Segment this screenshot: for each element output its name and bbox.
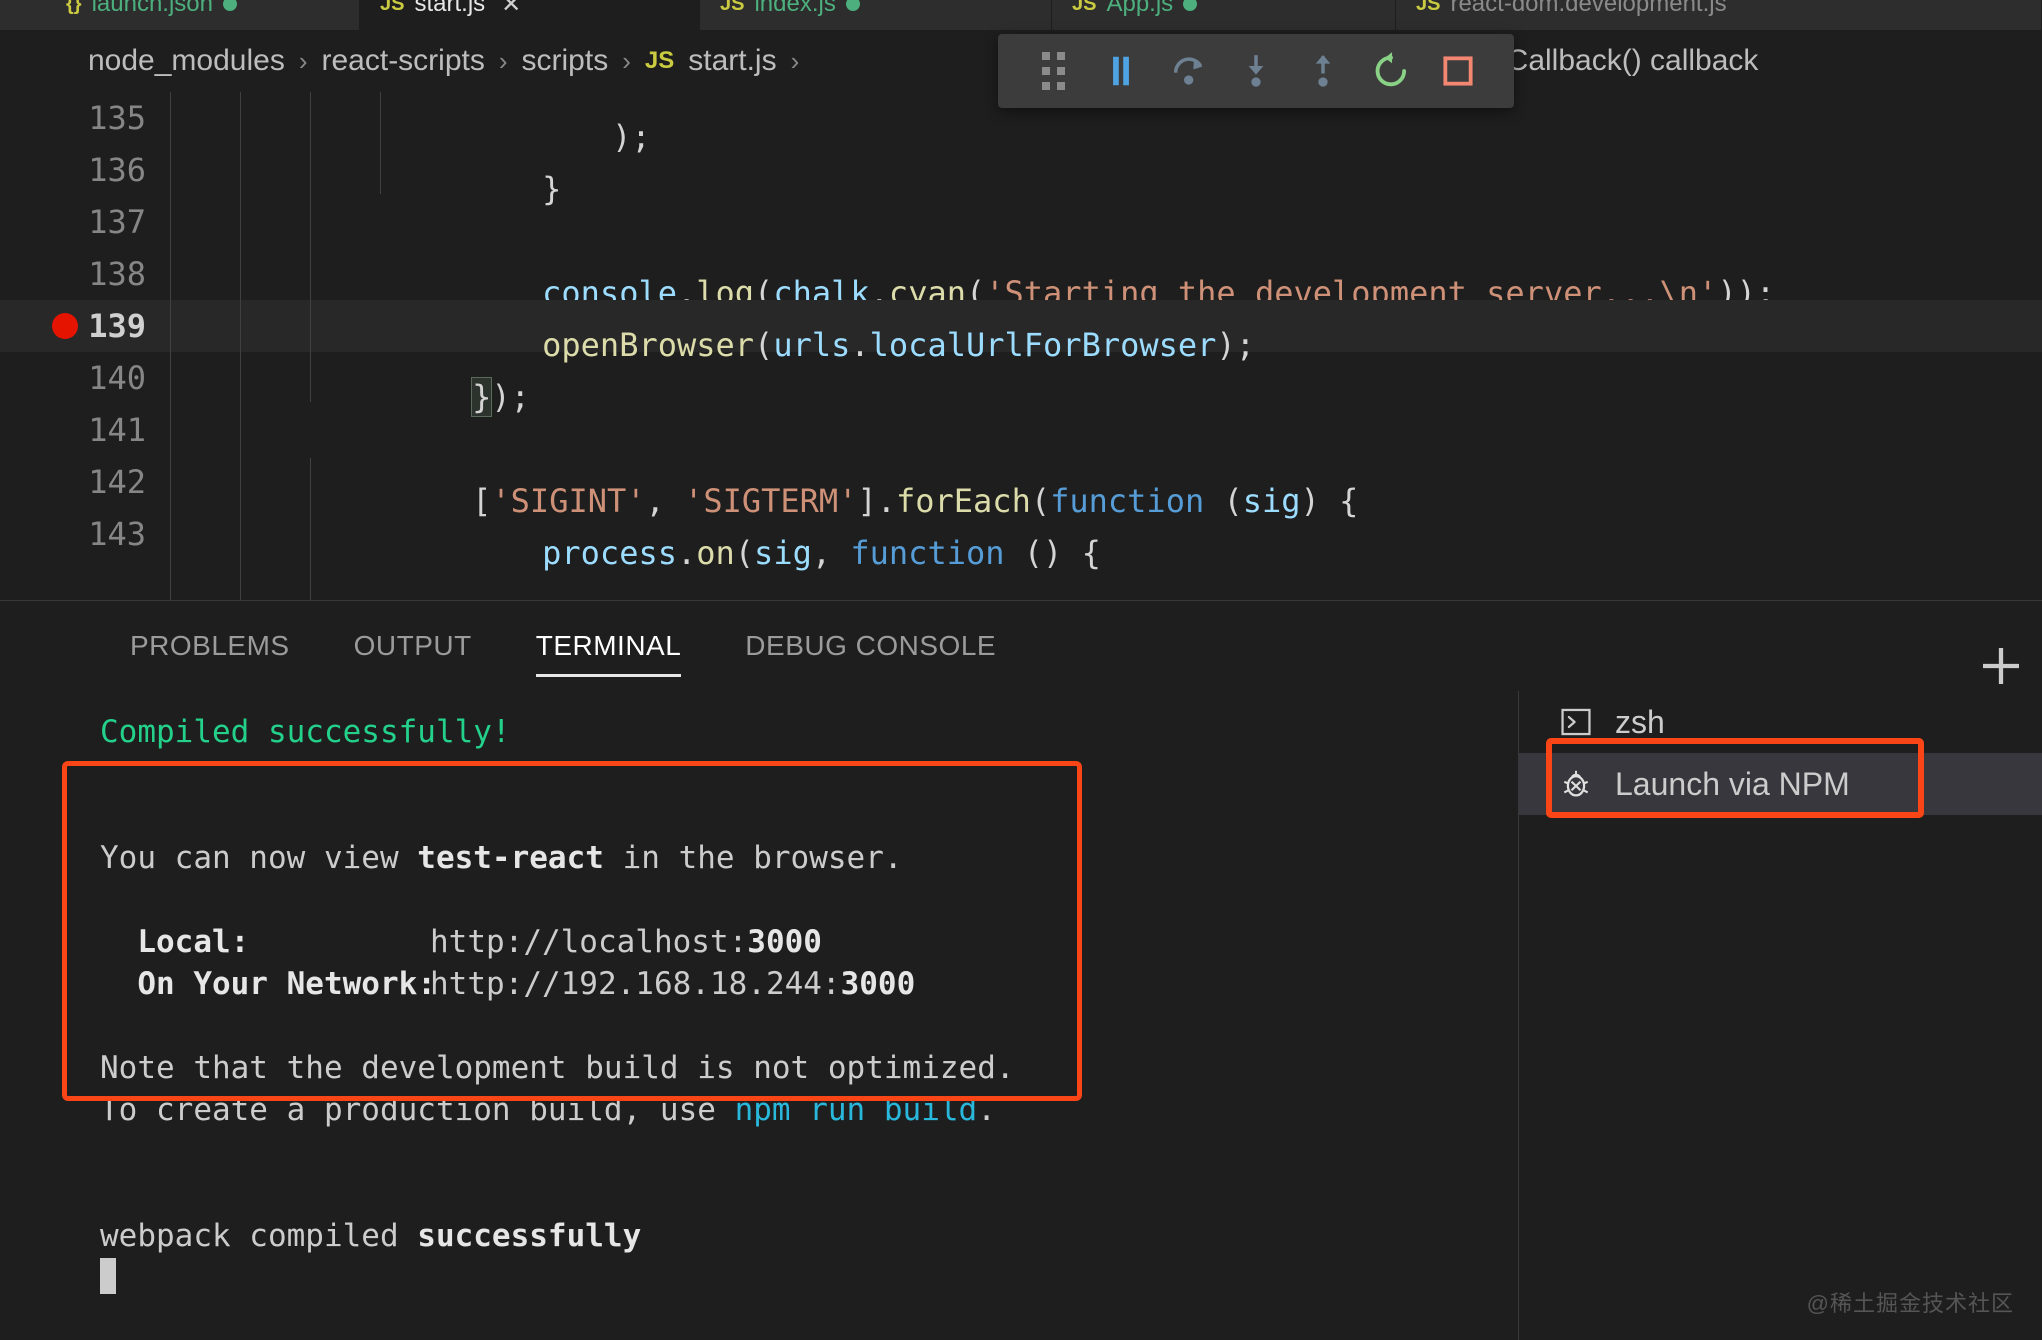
text: webpack compiled <box>100 1218 417 1254</box>
tab-label: TERMINAL <box>536 630 682 662</box>
step-out-icon <box>1303 51 1343 91</box>
step-into-button[interactable] <box>1222 34 1289 108</box>
stop-button[interactable] <box>1425 34 1492 108</box>
terminal-list-label: Launch via NPM <box>1615 766 1850 803</box>
debug-toolbar[interactable] <box>998 34 1514 108</box>
tab-app-js[interactable]: JS App.js <box>1052 0 1396 30</box>
chevron-right-icon: › <box>791 46 800 77</box>
terminal-cursor <box>100 1258 116 1294</box>
breadcrumb-item-node-modules[interactable]: node_modules <box>88 44 285 78</box>
panel-body: Compiled successfully! You can now view … <box>0 691 2042 1340</box>
modified-dot-icon <box>223 0 237 11</box>
text: You can now view <box>100 840 417 876</box>
tab-index-js[interactable]: JS index.js <box>700 0 1052 30</box>
step-over-button[interactable] <box>1155 34 1222 108</box>
debug-bug-icon <box>1555 763 1597 805</box>
breadcrumb-item-scripts[interactable]: scripts <box>522 44 609 78</box>
chevron-right-icon: › <box>299 46 308 77</box>
webpack-status: successfully <box>417 1218 641 1254</box>
breadcrumb-item-react-scripts[interactable]: react-scripts <box>322 44 485 78</box>
tab-problems[interactable]: PROBLEMS <box>98 601 322 691</box>
network-label: On Your Network: <box>100 963 430 1005</box>
text: To create a production build, use <box>100 1092 735 1128</box>
tab-label: index.js <box>754 0 835 18</box>
network-url[interactable]: http://192.168.18.244: <box>430 966 841 1002</box>
code-editor[interactable]: 135 ); 136 } 137 138 console.log(chalk.c <box>0 92 2042 600</box>
js-icon: JS <box>1416 0 1440 16</box>
chevron-right-icon: › <box>499 46 508 77</box>
step-over-icon <box>1169 51 1209 91</box>
step-out-button[interactable] <box>1290 34 1357 108</box>
line-number: 138 <box>0 255 170 293</box>
tab-label: DEBUG CONSOLE <box>745 630 996 662</box>
vscode-window: {} launch.json JS start.js ✕ JS index.js… <box>0 0 2042 1340</box>
editor-tab-bar: {} launch.json JS start.js ✕ JS index.js… <box>0 0 2042 30</box>
local-url[interactable]: http://localhost: <box>430 924 747 960</box>
terminal-list-item-launch-via-npm[interactable]: Launch via NPM <box>1519 753 2042 815</box>
panel-tab-bar: PROBLEMS OUTPUT TERMINAL DEBUG CONSOLE <box>0 601 2042 691</box>
watermark: @稀土掘金技术社区 <box>1807 1286 2014 1318</box>
text: in the browser. <box>604 840 903 876</box>
tab-launch-json[interactable]: {} launch.json <box>46 0 360 30</box>
js-icon: JS <box>645 47 674 75</box>
tab-react-dom-development-js[interactable]: JS react-dom.development.js <box>1396 0 2042 30</box>
tab-label: react-dom.development.js <box>1450 0 1726 18</box>
restart-button[interactable] <box>1357 34 1424 108</box>
js-icon: JS <box>380 0 404 16</box>
tab-scroll-sliver[interactable] <box>0 0 46 30</box>
tab-terminal[interactable]: TERMINAL <box>504 601 714 691</box>
modified-dot-icon <box>1183 0 1197 11</box>
tab-label: PROBLEMS <box>130 630 290 662</box>
breakpoint-icon[interactable] <box>52 313 78 339</box>
plus-icon <box>1974 639 2028 693</box>
drag-handle[interactable] <box>1020 34 1087 108</box>
local-port: 3000 <box>747 924 822 960</box>
line-number: 136 <box>0 151 170 189</box>
tab-debug-console[interactable]: DEBUG CONSOLE <box>713 601 1028 691</box>
bottom-panel: PROBLEMS OUTPUT TERMINAL DEBUG CONSOLE C… <box>0 600 2042 1340</box>
terminal-icon <box>1555 701 1597 743</box>
pause-icon <box>1102 52 1140 90</box>
new-terminal-button[interactable] <box>1974 639 2034 699</box>
line-number: 140 <box>0 359 170 397</box>
line-number: 135 <box>0 99 170 137</box>
chevron-right-icon: › <box>622 46 631 77</box>
line-number: 141 <box>0 411 170 449</box>
code-line-partial[interactable] <box>0 560 2042 580</box>
tab-label: start.js <box>414 0 485 18</box>
stop-icon <box>1439 52 1477 90</box>
npm-run-build-command: npm run build <box>735 1092 978 1128</box>
restart-icon <box>1370 50 1412 92</box>
line-number: 142 <box>0 463 170 501</box>
terminal-list: zsh <box>1519 691 2042 1340</box>
step-into-icon <box>1236 51 1276 91</box>
json-icon: {} <box>66 0 82 16</box>
terminal-list-item-zsh[interactable]: zsh <box>1519 691 2042 753</box>
tab-label: launch.json <box>92 0 213 18</box>
drag-handle-icon <box>1042 52 1065 90</box>
terminal-list-label: zsh <box>1615 704 1665 741</box>
line-number: 143 <box>0 515 170 553</box>
close-icon[interactable]: ✕ <box>501 0 521 19</box>
line-number: 139 <box>0 307 170 345</box>
tab-label: App.js <box>1106 0 1173 18</box>
tab-output[interactable]: OUTPUT <box>322 601 504 691</box>
modified-dot-icon <box>846 0 860 11</box>
js-icon: JS <box>1072 0 1096 16</box>
project-name: test-react <box>417 840 604 876</box>
tab-start-js[interactable]: JS start.js ✕ <box>360 0 700 30</box>
network-port: 3000 <box>841 966 916 1002</box>
line-content <box>170 513 354 600</box>
pause-button[interactable] <box>1087 34 1154 108</box>
js-icon: JS <box>720 0 744 16</box>
breadcrumb-item-start-js[interactable]: start.js <box>688 44 776 78</box>
local-label: Local: <box>100 921 430 963</box>
text: . <box>977 1092 996 1128</box>
tab-label: OUTPUT <box>354 630 472 662</box>
line-number: 137 <box>0 203 170 241</box>
